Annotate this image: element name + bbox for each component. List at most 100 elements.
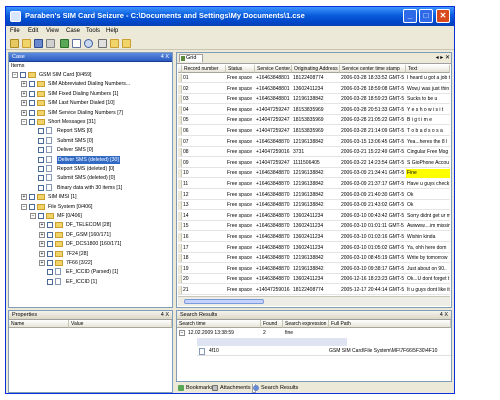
tree-item[interactable]: Deliver SMS [0] [9, 146, 172, 154]
tree-item[interactable]: +7F66 [3/22] [9, 259, 172, 267]
table-row[interactable]: 17 Free space +16463848870 13602411234 2006-… [178, 243, 450, 253]
maximize-button[interactable]: □ [419, 9, 433, 23]
menu-view[interactable]: View [46, 28, 59, 34]
save-icon[interactable] [34, 39, 43, 48]
tree-item[interactable]: − MF [0/406] [9, 212, 172, 220]
tree-item[interactable]: Binary data with 30 items [1] [9, 183, 172, 192]
expand-icon[interactable]: + [21, 194, 27, 201]
tree-item[interactable]: − GSM SIM Card [0/459] [9, 71, 172, 79]
prop-col-name[interactable]: Name [9, 320, 69, 328]
checkbox[interactable] [38, 213, 44, 219]
col-timestamp[interactable]: Service center time stamp [340, 65, 406, 73]
table-row[interactable]: 04 Free space +14047259247 18153835969 2006-… [178, 105, 450, 115]
table-row[interactable]: 14 Free space +16463848870 13602411234 2006-… [178, 211, 450, 221]
checkbox[interactable] [38, 175, 44, 182]
menu-help[interactable]: Help [106, 28, 118, 34]
checkbox[interactable] [38, 156, 44, 163]
table-row[interactable]: 10 Free space +16463848870 12196138842 2006-… [178, 169, 450, 179]
title-bar[interactable]: Paraben's SIM Card Seizure - C:\Document… [6, 7, 454, 26]
search-result-row[interactable]: − 12.02.2009 13:38:59 2 fine [179, 329, 451, 337]
table-row[interactable]: 01 Free space +16463848801 18122408774 2006-… [178, 74, 450, 83]
tree-item[interactable]: + SIM Abbreviated Dialing Numbers... [9, 80, 172, 88]
table-row[interactable]: 21 Free space +14047259016 18122408774 2005-… [178, 286, 450, 295]
table-row[interactable]: 08 Free space +14047259016 3731 2006-03-21 1… [178, 148, 450, 158]
checkbox[interactable] [47, 250, 53, 257]
prop-col-value[interactable]: Value [69, 320, 172, 328]
tree-item[interactable]: Deliver SMS (deleted) [30] [9, 155, 172, 164]
paste-icon[interactable] [110, 39, 119, 48]
tree-item[interactable]: + SIM Service Dialing Numbers [7] [9, 109, 172, 117]
collapse-icon[interactable]: − [21, 119, 27, 125]
grid-horizontal-scrollbar[interactable] [178, 296, 450, 306]
print-icon[interactable] [46, 39, 55, 48]
close-button[interactable]: ✕ [436, 9, 450, 23]
acquire-icon[interactable] [60, 39, 69, 48]
tab-grid[interactable]: Grid [179, 54, 203, 62]
col-text[interactable]: Text [406, 65, 450, 73]
search-row-collapse-icon[interactable]: − [179, 330, 185, 336]
collapse-icon[interactable]: − [12, 72, 18, 78]
table-row[interactable]: 19 Free space +16463848870 12196138842 2006-… [178, 264, 450, 274]
checkbox[interactable] [29, 90, 35, 97]
menu-file[interactable]: File [10, 28, 20, 34]
table-row[interactable]: 15 Free space +16463848870 13602411234 2006-… [178, 222, 450, 232]
tree-item[interactable]: + DF_GSM [160/171] [9, 231, 172, 239]
checkbox[interactable] [47, 260, 53, 266]
expand-icon[interactable]: + [39, 260, 45, 266]
checkbox[interactable] [47, 231, 53, 238]
table-row[interactable]: 03 Free space +16463848801 12196138842 2006-… [178, 95, 450, 105]
cut-icon[interactable] [98, 39, 107, 48]
tree-item[interactable]: + DF_DCS1800 [160/171] [9, 240, 172, 248]
table-row[interactable]: 12 Free space +16463848870 12196138842 2006-… [178, 190, 450, 200]
checkbox[interactable] [29, 203, 35, 210]
expand-icon[interactable]: + [39, 231, 45, 238]
tab-search-results[interactable]: Search Results [252, 384, 298, 393]
expand-icon[interactable]: + [39, 250, 45, 257]
collapse-icon[interactable]: − [30, 213, 36, 219]
collapse-icon[interactable]: − [21, 203, 27, 210]
tree-item[interactable]: EF_ICCID (Parsed) [1] [9, 268, 172, 276]
sr-col-full-path[interactable]: Full Path [329, 320, 451, 328]
tree-item[interactable]: + SIM IMSI [1] [9, 193, 172, 201]
table-row[interactable]: 16 Free space +16463848870 13602411234 2006-… [178, 233, 450, 242]
menu-tools[interactable]: Tools [86, 28, 100, 34]
tree-item[interactable]: Submit SMS [0] [9, 136, 172, 145]
open-icon[interactable] [22, 39, 31, 48]
expand-icon[interactable]: + [21, 90, 27, 97]
checkbox[interactable] [38, 184, 44, 191]
checkbox[interactable] [47, 222, 53, 229]
tree-item[interactable]: Report SMS [0] [9, 127, 172, 135]
properties-pin-icon[interactable]: 4 X [161, 312, 169, 318]
checkbox[interactable] [47, 269, 53, 276]
checkbox[interactable] [38, 137, 44, 144]
checkbox[interactable] [29, 109, 35, 116]
checkbox[interactable] [29, 81, 35, 88]
checkbox[interactable] [47, 278, 53, 285]
checkbox[interactable] [38, 128, 44, 135]
expand-icon[interactable]: + [39, 222, 45, 229]
search-icon[interactable] [84, 39, 93, 48]
tree-item[interactable]: + SIM Fixed Dialing Numbers [1] [9, 90, 172, 98]
folder-icon[interactable] [122, 39, 131, 48]
sr-col-expression[interactable]: Search expression [283, 320, 329, 328]
tree-item[interactable]: − Short Messages [31] [9, 118, 172, 126]
tree-item[interactable]: +7F24 [28] [9, 250, 172, 258]
table-row[interactable]: 18 Free space +16463848870 12196138842 2006-… [178, 254, 450, 264]
tree-item[interactable]: EF_ICCID [1] [9, 277, 172, 286]
expand-icon[interactable]: + [21, 109, 27, 116]
expand-icon[interactable]: + [39, 241, 45, 248]
checkbox[interactable] [29, 119, 35, 125]
expand-icon[interactable]: + [21, 100, 27, 107]
table-row[interactable]: 07 Free space +16463848870 12196138842 2006-… [178, 137, 450, 147]
tree-item[interactable]: − File System [0/406] [9, 203, 172, 211]
expand-icon[interactable]: + [21, 81, 27, 88]
checkbox[interactable] [38, 147, 44, 154]
minimize-button[interactable]: _ [403, 9, 417, 23]
tree-item[interactable]: Submit SMS (deleted) [0] [9, 174, 172, 182]
col-status[interactable]: Status [226, 65, 255, 73]
table-row[interactable]: 11 Free space +16463848870 12196138842 2006-… [178, 180, 450, 189]
grid-scroll-thumb[interactable] [184, 299, 264, 304]
sr-col-found[interactable]: Found [261, 320, 283, 328]
checkbox[interactable] [29, 194, 35, 201]
new-icon[interactable] [10, 39, 19, 48]
